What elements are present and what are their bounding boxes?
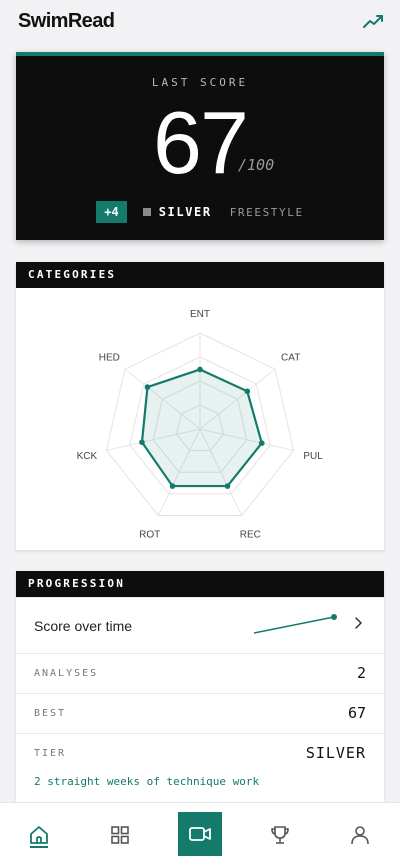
- radar-point-rot: [169, 483, 176, 489]
- tier-row-value: SILVER: [305, 744, 366, 762]
- radar-point-pul: [258, 440, 265, 446]
- trend-icon[interactable]: [360, 10, 388, 34]
- streak-note: 2 straight weeks of technique work: [34, 775, 260, 788]
- score-max: /100: [238, 156, 275, 174]
- analyses-label: ANALYSES: [34, 668, 99, 679]
- last-score-label: LAST SCORE: [151, 76, 249, 89]
- categories-card: CATEGORIES ENT CAT PUL REC ROT KCK HED: [16, 262, 384, 550]
- radar-point-ent: [197, 366, 203, 373]
- radar-point-hed: [144, 384, 151, 390]
- radar-point-rec: [224, 483, 231, 489]
- nav-trophy[interactable]: [264, 819, 296, 851]
- record-video-button[interactable]: [178, 812, 222, 856]
- best-label: BEST: [34, 708, 67, 719]
- chevron-right-icon: [355, 617, 362, 629]
- score-over-time-row[interactable]: Score over time: [16, 597, 384, 653]
- analyses-row: ANALYSES 2: [16, 653, 384, 693]
- radar-axis-label-ent: ENT: [190, 309, 210, 320]
- trophy-icon: [271, 826, 289, 844]
- score-meta: +4 SILVER FREESTYLE: [16, 201, 384, 223]
- stroke-label: FREESTYLE: [229, 205, 304, 219]
- last-score-card: LAST SCORE 67 /100 +4 SILVER FREESTYLE: [16, 52, 384, 240]
- nav-grid[interactable]: [104, 819, 136, 851]
- radar-point-kck: [139, 439, 145, 446]
- grid-icon: [111, 826, 129, 844]
- radar-chart: ENT CAT PUL REC ROT KCK HED: [77, 309, 324, 541]
- analyses-value: 2: [356, 664, 366, 682]
- radar-axis-label-rec: REC: [240, 530, 261, 541]
- score-sparkline: [253, 614, 337, 634]
- progression-card: PROGRESSION Score over time ANALYSES 2 B…: [16, 571, 384, 802]
- radar-axis-label-cat: CAT: [281, 353, 300, 364]
- app-title: SwimRead: [18, 10, 115, 32]
- score-delta-badge: +4: [96, 201, 127, 223]
- radar-score-area: [140, 368, 263, 488]
- app-header: SwimRead: [0, 0, 400, 46]
- radar-axis-label-kck: KCK: [77, 451, 98, 462]
- profile-icon: [351, 826, 369, 845]
- progression-heading: PROGRESSION: [16, 571, 384, 597]
- tier-row: TIER SILVER 2 straight weeks of techniqu…: [16, 733, 384, 801]
- radar-axis-label-pul: PUL: [303, 451, 323, 462]
- tier-label: SILVER: [158, 205, 212, 219]
- tier-indicator: [142, 208, 151, 216]
- categories-heading: CATEGORIES: [16, 262, 384, 288]
- radar-axis-label-hed: HED: [99, 353, 120, 364]
- nav-profile[interactable]: [344, 819, 376, 851]
- score-over-time-label: Score over time: [34, 618, 133, 634]
- best-value: 67: [347, 704, 366, 722]
- tier-row-label: TIER: [34, 748, 67, 759]
- best-row: BEST 67: [16, 693, 384, 733]
- radar-axis-label-rot: ROT: [139, 530, 160, 541]
- nav-active-indicator: [30, 846, 48, 848]
- categories-radar: ENT CAT PUL REC ROT KCK HED: [16, 288, 384, 550]
- video-camera-icon: [189, 827, 211, 841]
- radar-point-cat: [244, 388, 251, 395]
- home-icon: [30, 826, 48, 844]
- score-value: 67: [153, 93, 249, 192]
